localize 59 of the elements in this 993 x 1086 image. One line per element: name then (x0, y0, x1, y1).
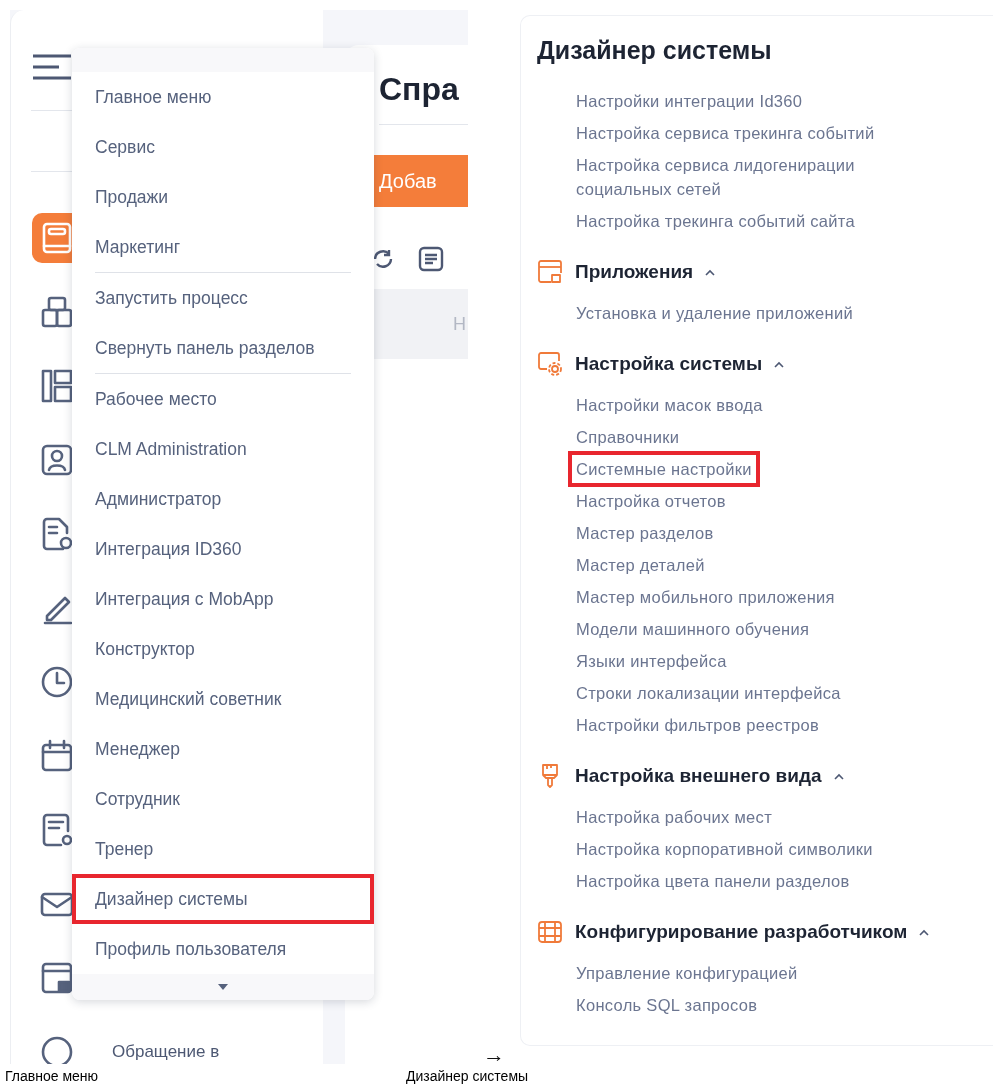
menu-item[interactable]: Свернуть панель разделов (72, 323, 374, 373)
settings-link[interactable]: Управление конфигурацией (576, 960, 798, 985)
settings-link[interactable]: Настройка рабочих мест (576, 804, 772, 829)
settings-link[interactable]: Системные настройки (568, 450, 760, 487)
menu-item[interactable]: Сотрудник (72, 774, 374, 824)
gear-window-icon (537, 351, 563, 377)
app-window-icon (537, 259, 563, 285)
page-title: Спра (379, 71, 460, 108)
menu-item[interactable]: CLM Administration (72, 424, 374, 474)
menu-item[interactable]: Главное меню (72, 72, 374, 122)
settings-link[interactable]: Настройка корпоративной символики (576, 836, 873, 861)
column-header: Н (453, 313, 466, 335)
arrow: → (483, 1042, 505, 1068)
list-icon[interactable] (417, 245, 445, 273)
settings-link[interactable]: Настройка цвета панели разделов (576, 868, 850, 893)
menu-item[interactable]: Профиль пользователя (72, 924, 374, 974)
settings-link[interactable]: Модели машинного обучения (576, 616, 810, 641)
menu-item[interactable]: Тренер (72, 824, 374, 874)
menu-item[interactable]: Рабочее место (72, 374, 374, 424)
settings-link[interactable]: Настройки масок ввода (576, 392, 763, 417)
menu-icon[interactable] (31, 53, 73, 81)
settings-link[interactable]: Консоль SQL запросов (576, 992, 758, 1017)
chevron-up-icon[interactable] (919, 928, 930, 936)
menu-item[interactable]: Администратор (72, 474, 374, 524)
settings-link[interactable]: Мастер мобильного приложения (576, 584, 835, 609)
menu-item[interactable]: Медицинский советник (72, 674, 374, 724)
settings-link[interactable]: Строки локализации интерфейса (576, 680, 841, 705)
menu-item[interactable]: Дизайнер системы (72, 874, 374, 924)
section-label[interactable]: Обращение в (112, 1042, 220, 1062)
section-title[interactable]: Настройка системы (575, 353, 763, 375)
settings-link[interactable]: Настройка сервиса лидогенирации социальных сетей (576, 152, 896, 201)
section-title[interactable]: Настройка внешнего вида (575, 765, 822, 787)
settings-link[interactable]: Настройка отчетов (576, 488, 726, 513)
settings-link[interactable]: Настройка трекинга событий сайта (576, 208, 855, 233)
menu-item[interactable]: Запустить процесс (72, 273, 374, 323)
section-title[interactable]: Конфигурирование разработчиком (575, 921, 908, 943)
caret-down-icon[interactable] (218, 984, 228, 990)
caption: Главное меню (5, 1068, 99, 1084)
menu-item[interactable]: Менеджер (72, 724, 374, 774)
settings-link[interactable]: Мастер деталей (576, 552, 705, 577)
settings-link[interactable]: Настройка сервиса трекинга событий (576, 120, 875, 145)
settings-link[interactable]: Справочники (576, 424, 680, 449)
menu-item[interactable]: Интеграция ID360 (72, 524, 374, 574)
settings-link[interactable]: Настройки интеграции Id360 (576, 88, 803, 113)
chevron-up-icon[interactable] (774, 360, 785, 368)
refresh-icon[interactable] (371, 247, 395, 271)
menu-item[interactable]: Конструктор (72, 624, 374, 674)
caption: Дизайнер системы (406, 1068, 529, 1084)
settings-link[interactable]: Мастер разделов (576, 520, 714, 545)
menu-item[interactable]: Интеграция с MobApp (72, 574, 374, 624)
menu-item[interactable]: Маркетинг (72, 222, 374, 272)
chevron-up-icon[interactable] (705, 268, 716, 276)
settings-link[interactable]: Установка и удаление приложений (576, 300, 853, 325)
section-title[interactable]: Приложения (575, 261, 694, 283)
settings-link[interactable]: Языки интерфейса (576, 648, 727, 673)
chevron-up-icon[interactable] (833, 772, 844, 780)
panel-title: Дизайнер системы (537, 36, 773, 65)
grid-icon (537, 919, 563, 945)
settings-link[interactable]: Настройки фильтров реестров (576, 712, 820, 737)
